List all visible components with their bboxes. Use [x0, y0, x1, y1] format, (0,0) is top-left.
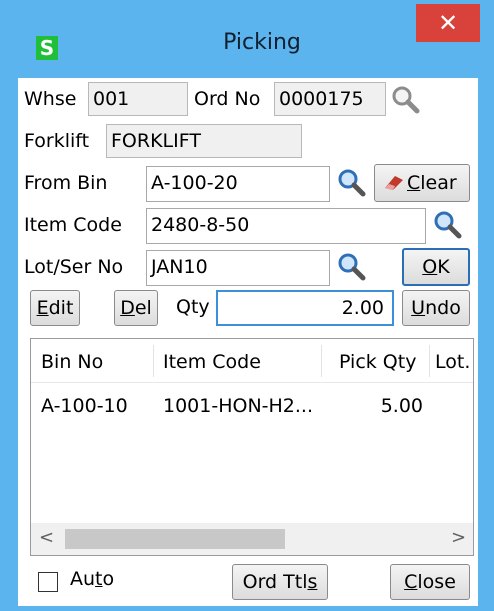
column-header-bin-no[interactable]: Bin No: [41, 351, 103, 373]
forklift-field: FORKLIFT: [106, 124, 302, 158]
from-bin-input[interactable]: A-100-20: [146, 166, 330, 202]
close-button[interactable]: Close: [390, 564, 470, 600]
del-button[interactable]: Del: [114, 290, 158, 326]
horizontal-scrollbar[interactable]: < >: [31, 523, 473, 555]
column-separator: [429, 345, 430, 377]
auto-label[interactable]: Auto: [70, 568, 114, 590]
eraser-icon: [385, 176, 403, 190]
title-bar[interactable]: S Picking ✕: [0, 0, 494, 84]
ord-ttls-text: Ord Ttl: [242, 571, 308, 593]
column-separator: [321, 345, 322, 377]
auto-checkbox[interactable]: [38, 572, 58, 592]
ok-rest: K: [437, 256, 450, 278]
ok-accel: O: [422, 256, 438, 278]
qty-label: Qty: [176, 296, 210, 318]
from-bin-label: From Bin: [24, 172, 108, 194]
ord-no-field: 0000175: [274, 82, 386, 116]
from-bin-lookup-icon[interactable]: [336, 167, 366, 197]
column-separator: [153, 345, 154, 377]
table-row[interactable]: A-100-10 1001-HON-H2... 5.00: [31, 391, 473, 425]
undo-button[interactable]: Undo: [402, 290, 470, 326]
row-pick-qty: 5.00: [380, 395, 423, 417]
row-item-code: 1001-HON-H2...: [163, 395, 314, 417]
column-header-item-code[interactable]: Item Code: [163, 351, 261, 373]
whse-field: 001: [88, 82, 188, 116]
close-accel: C: [404, 571, 418, 593]
item-code-input[interactable]: 2480-8-50: [146, 208, 426, 244]
lot-ser-lookup-icon[interactable]: [336, 251, 366, 281]
column-header-lot[interactable]: Lot.: [435, 351, 470, 373]
clear-button-label: Clear: [407, 172, 457, 194]
scroll-left-icon[interactable]: <: [39, 527, 54, 548]
row-bin-no: A-100-10: [41, 395, 128, 417]
edit-rest: dit: [48, 297, 74, 319]
del-accel: D: [120, 297, 135, 319]
ok-button[interactable]: OK: [402, 248, 470, 286]
edit-button[interactable]: Edit: [30, 290, 80, 326]
forklift-label: Forklift: [24, 130, 90, 152]
undo-rest: ndo: [425, 297, 461, 319]
ord-ttls-accel: s: [307, 571, 318, 593]
ord-no-lookup-icon[interactable]: [390, 84, 420, 114]
qty-input[interactable]: 2.00: [216, 290, 394, 326]
ord-no-label: Ord No: [194, 88, 261, 110]
picking-lines-grid[interactable]: Bin No Item Code Pick Qty Lot. A-100-10 …: [30, 338, 474, 556]
clear-button[interactable]: Clear: [374, 164, 470, 202]
scrollbar-thumb[interactable]: [65, 529, 285, 549]
edit-accel: E: [36, 297, 49, 319]
item-code-label: Item Code: [24, 214, 122, 236]
del-rest: el: [134, 297, 152, 319]
ord-ttls-button[interactable]: Ord Ttls: [232, 564, 328, 600]
close-rest: lose: [417, 571, 456, 593]
lot-ser-no-input[interactable]: JAN10: [146, 250, 330, 286]
column-header-pick-qty[interactable]: Pick Qty: [339, 351, 416, 373]
scroll-right-icon[interactable]: >: [451, 527, 466, 548]
undo-accel: U: [411, 297, 426, 319]
picking-window: S Picking ✕ Whse 001 Ord No 0000175 Fork…: [0, 0, 494, 611]
grid-header: Bin No Item Code Pick Qty Lot.: [31, 339, 473, 383]
client-area: Whse 001 Ord No 0000175 Forklift FORKLIF…: [18, 78, 478, 606]
item-code-lookup-icon[interactable]: [432, 209, 462, 239]
lot-ser-no-label: Lot/Ser No: [24, 256, 124, 278]
window-close-button[interactable]: ✕: [416, 4, 480, 42]
whse-label: Whse: [24, 88, 77, 110]
